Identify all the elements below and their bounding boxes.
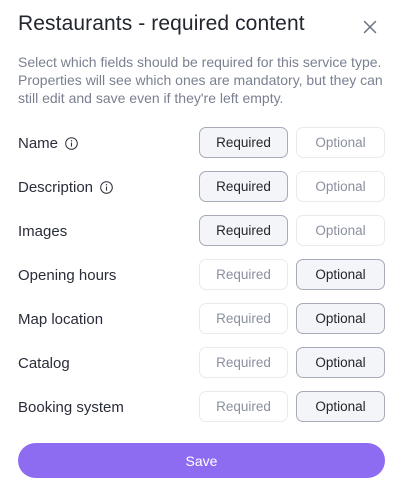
optional-option[interactable]: Optional bbox=[296, 171, 385, 202]
field-row-description: Description Required Optional bbox=[18, 171, 385, 203]
required-toggle: Required Optional bbox=[199, 127, 385, 158]
field-row-opening-hours: Opening hours Required Optional bbox=[18, 259, 385, 291]
field-label: Images bbox=[18, 222, 68, 240]
optional-option[interactable]: Optional bbox=[296, 303, 385, 334]
required-option[interactable]: Required bbox=[199, 215, 288, 246]
optional-option[interactable]: Optional bbox=[296, 215, 385, 246]
required-toggle: Required Optional bbox=[199, 215, 385, 246]
required-option[interactable]: Required bbox=[199, 127, 288, 158]
dialog-title: Restaurants - required content bbox=[18, 12, 305, 35]
required-toggle: Required Optional bbox=[199, 391, 385, 422]
info-icon[interactable] bbox=[100, 180, 113, 194]
field-label: Opening hours bbox=[18, 266, 117, 284]
field-label: Map location bbox=[18, 310, 104, 328]
required-option[interactable]: Required bbox=[199, 259, 288, 290]
info-icon[interactable] bbox=[65, 136, 78, 150]
field-row-map-location: Map location Required Optional bbox=[18, 303, 385, 335]
field-label: Catalog bbox=[18, 354, 70, 372]
required-toggle: Required Optional bbox=[199, 171, 385, 202]
field-row-images: Images Required Optional bbox=[18, 215, 385, 247]
optional-option[interactable]: Optional bbox=[296, 391, 385, 422]
required-option[interactable]: Required bbox=[199, 347, 288, 378]
field-label-text: Description bbox=[18, 178, 94, 196]
dialog-description: Select which fields should be required f… bbox=[18, 54, 383, 106]
optional-option[interactable]: Optional bbox=[296, 127, 385, 158]
optional-option[interactable]: Optional bbox=[296, 347, 385, 378]
required-toggle: Required Optional bbox=[199, 303, 385, 334]
required-toggle: Required Optional bbox=[199, 347, 385, 378]
field-row-name: Name Required Optional bbox=[18, 127, 385, 159]
field-row-catalog: Catalog Required Optional bbox=[18, 347, 385, 379]
field-label: Description bbox=[18, 179, 113, 196]
required-option[interactable]: Required bbox=[199, 171, 288, 202]
optional-option[interactable]: Optional bbox=[296, 259, 385, 290]
field-label-text: Name bbox=[18, 134, 59, 152]
field-row-booking-system: Booking system Required Optional bbox=[18, 391, 385, 423]
required-content-dialog: Restaurants - required content Select wh… bbox=[0, 0, 400, 497]
save-button[interactable]: Save bbox=[18, 443, 385, 478]
field-label: Name bbox=[18, 135, 78, 152]
close-button[interactable] bbox=[356, 13, 384, 41]
required-toggle: Required Optional bbox=[199, 259, 385, 290]
required-option[interactable]: Required bbox=[199, 391, 288, 422]
close-icon bbox=[363, 20, 377, 34]
field-label: Booking system bbox=[18, 398, 124, 416]
required-option[interactable]: Required bbox=[199, 303, 288, 334]
